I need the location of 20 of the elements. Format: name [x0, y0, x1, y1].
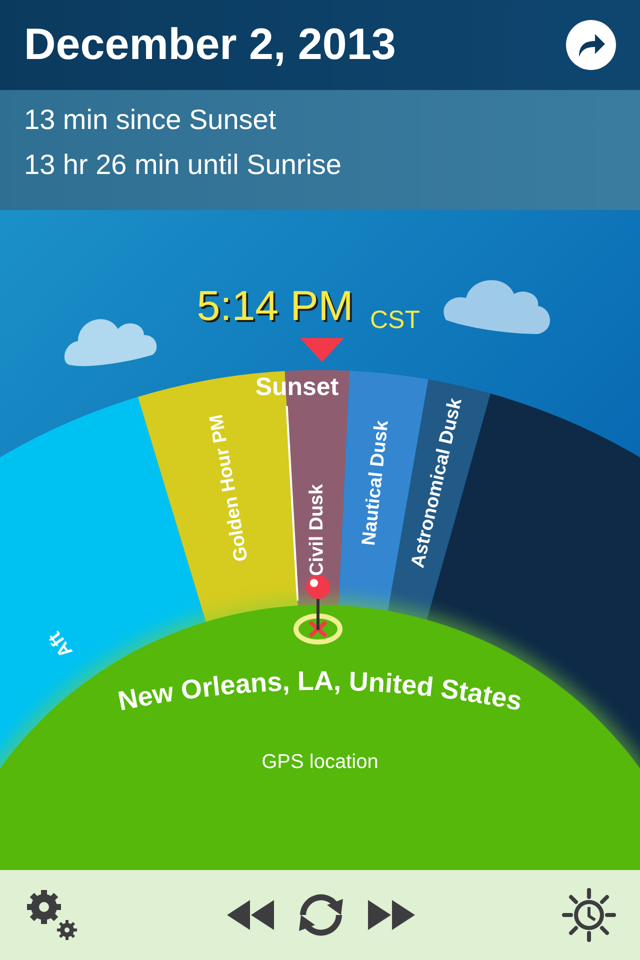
location-pin-icon	[294, 575, 342, 644]
band-label: Nautical Dusk	[358, 419, 393, 547]
rewind-button[interactable]	[227, 900, 275, 930]
location-source: GPS location	[262, 751, 378, 773]
cloud-icon	[444, 280, 550, 334]
time-label: 5:14 PM	[196, 282, 354, 329]
band-label: Golden Hour PM	[206, 412, 252, 564]
settings-button[interactable]	[24, 887, 80, 943]
band-label: Aft	[44, 627, 78, 662]
sun-clock-button[interactable]	[562, 888, 616, 942]
band-label: Civil Dusk	[306, 484, 328, 576]
timezone-label: CST	[370, 306, 420, 334]
fast-forward-button[interactable]	[367, 900, 415, 930]
date-title: December 2, 2013	[24, 19, 396, 71]
info-line: 13 hr 26 min until Sunrise	[24, 148, 343, 182]
cloud-icon	[64, 319, 157, 366]
info-line: 13 min since Sunset	[24, 103, 278, 137]
pointer-icon	[300, 338, 344, 362]
share-button[interactable]	[566, 20, 616, 70]
location-name: New Orleans, LA, United States	[115, 666, 525, 716]
